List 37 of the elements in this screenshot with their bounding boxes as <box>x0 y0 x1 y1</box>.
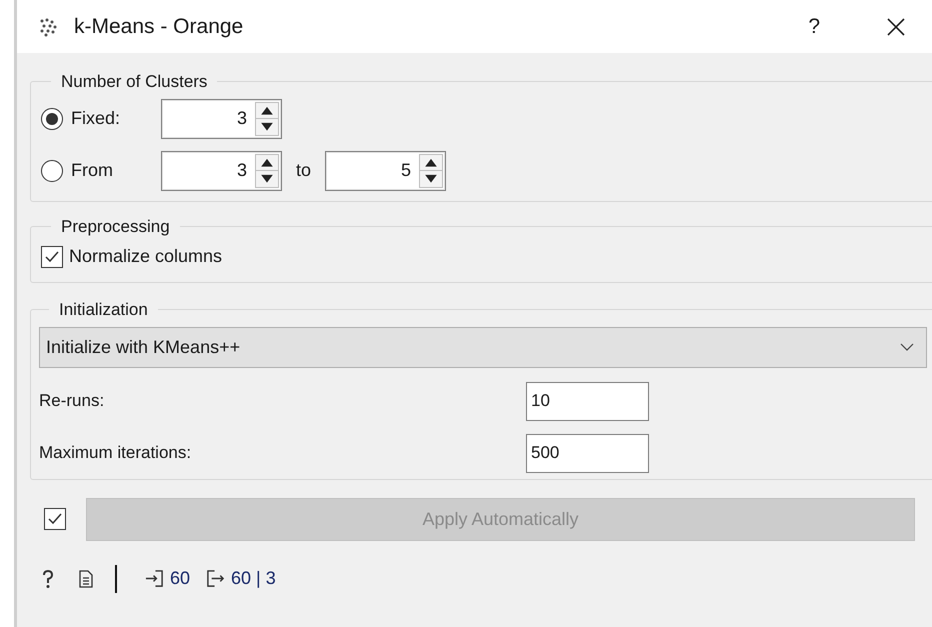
input-field[interactable]: 500 <box>526 434 649 472</box>
window-title: k-Means - Orange <box>74 14 244 40</box>
field-label: Re-runs: <box>39 390 106 412</box>
help-icon[interactable] <box>41 568 55 588</box>
group-title: Initialization <box>58 299 149 321</box>
method-dropdown[interactable]: Initialize with KMeans++ <box>39 326 927 368</box>
scatter-dots-icon <box>39 16 59 36</box>
input-field[interactable]: 10 <box>526 382 649 420</box>
spin-arrows-icon[interactable] <box>255 154 279 188</box>
output-count: 60 | 3 <box>231 567 276 590</box>
radio-label: Fixed: <box>71 107 122 130</box>
group-title: Number of Clusters <box>60 71 208 93</box>
spin-value: 3 <box>236 107 248 130</box>
spin-box[interactable]: 5 <box>325 150 446 190</box>
document-icon[interactable] <box>79 570 93 588</box>
help-button[interactable]: ? <box>808 10 820 42</box>
spin-box[interactable]: 3 <box>161 98 282 138</box>
input-icon <box>145 569 164 588</box>
close-icon[interactable] <box>886 16 906 36</box>
radio-button[interactable] <box>41 108 63 130</box>
group-title: Preprocessing <box>60 216 171 238</box>
check-icon <box>47 511 63 527</box>
range-separator: to <box>296 159 312 182</box>
field-label: Maximum iterations: <box>39 442 192 464</box>
spin-value: 3 <box>236 159 248 182</box>
check-icon <box>44 248 60 264</box>
checkbox-label: Normalize columns <box>69 245 222 268</box>
radio-label: From <box>71 159 114 182</box>
input-count: 60 <box>170 567 190 590</box>
spin-arrows-icon[interactable] <box>255 102 279 136</box>
checkbox[interactable] <box>41 246 63 268</box>
chevron-down-icon <box>900 343 914 351</box>
spin-box[interactable]: 3 <box>161 150 282 190</box>
spin-value: 5 <box>400 159 412 182</box>
spin-arrows-icon[interactable] <box>419 154 444 188</box>
radio-button[interactable] <box>41 160 63 182</box>
output-icon <box>206 569 226 588</box>
